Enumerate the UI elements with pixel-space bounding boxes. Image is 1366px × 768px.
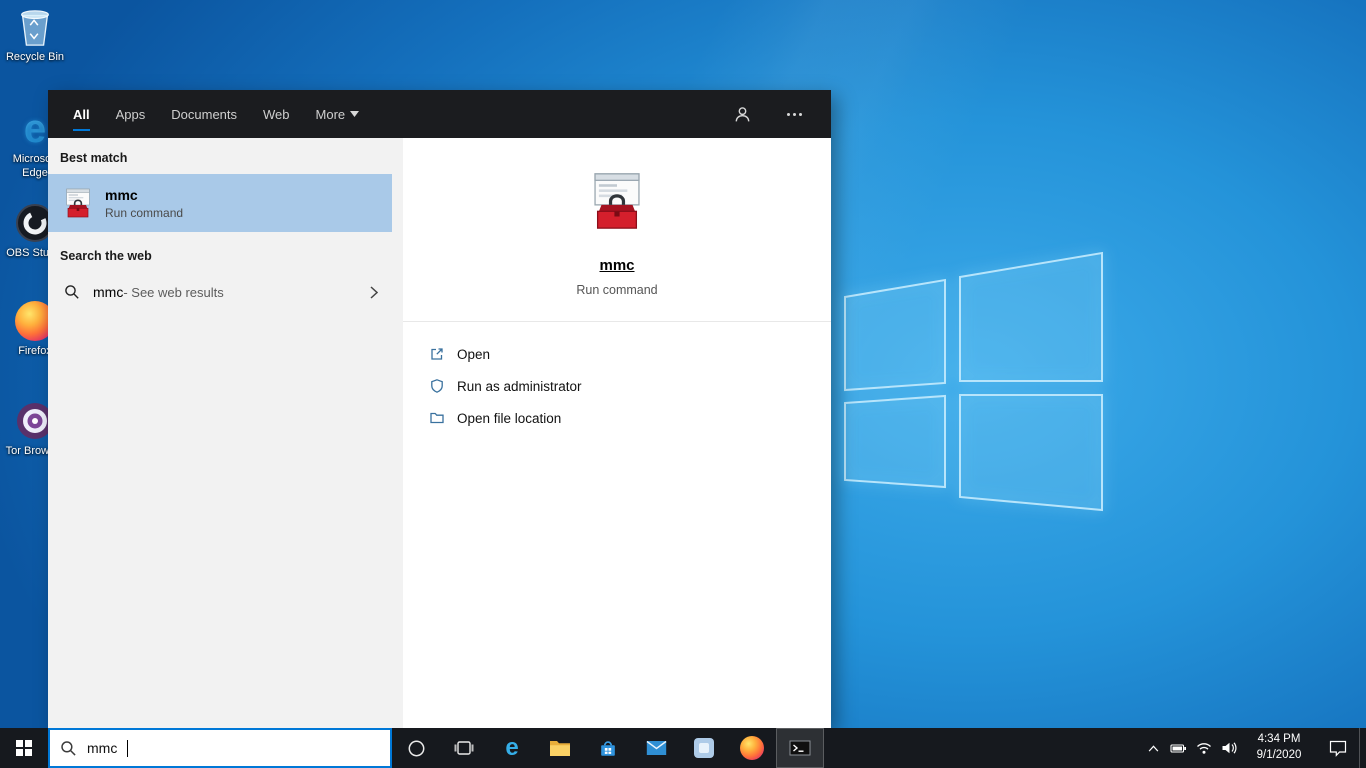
taskbar-search-input[interactable]: mmc	[48, 728, 392, 768]
search-input-value: mmc	[87, 740, 118, 756]
preview-title-link[interactable]: mmc	[599, 257, 634, 274]
taskbar-mail-button[interactable]	[632, 728, 680, 768]
action-open[interactable]: Open	[429, 338, 831, 370]
result-preview-pane: mmc Run command Open Run as administrato…	[403, 138, 831, 728]
web-query: mmc	[93, 284, 124, 300]
edge-icon: e	[505, 734, 519, 761]
task-view-icon	[454, 741, 474, 755]
firefox-icon	[740, 736, 764, 760]
show-desktop-button[interactable]	[1359, 728, 1366, 768]
mmc-toolbox-icon	[66, 188, 90, 218]
tab-more[interactable]: More	[303, 90, 373, 138]
web-search-result[interactable]: mmc - See web results	[48, 272, 392, 312]
more-options-icon[interactable]	[783, 103, 805, 125]
terminal-icon	[789, 740, 811, 756]
chevron-right-icon[interactable]	[370, 285, 378, 299]
best-match-result-mmc[interactable]: mmc Run command	[48, 174, 392, 232]
desktop-icon-label: Recycle Bin	[5, 51, 65, 63]
result-title: mmc	[105, 186, 138, 203]
open-icon	[431, 348, 443, 360]
folder-location-icon	[430, 412, 444, 424]
taskbar-store-button[interactable]	[584, 728, 632, 768]
tab-apps[interactable]: Apps	[103, 90, 159, 138]
taskbar-clock[interactable]: 4:34 PM 9/1/2020	[1241, 728, 1317, 768]
admin-shield-icon	[431, 379, 443, 393]
taskbar-pinned-app-button[interactable]	[680, 728, 728, 768]
action-center-icon	[1329, 740, 1347, 757]
clock-date: 9/1/2020	[1256, 749, 1302, 761]
hidden-icons-chevron[interactable]	[1141, 728, 1166, 768]
start-button[interactable]	[0, 728, 48, 768]
volume-tray-button[interactable]	[1216, 728, 1241, 768]
search-flyout-panel: All Apps Documents Web More Best match m…	[48, 90, 831, 728]
taskbar-firefox-button[interactable]	[728, 728, 776, 768]
search-results-pane: Best match mmc Run command Search the we…	[48, 138, 392, 728]
search-web-heading: Search the web	[60, 249, 152, 263]
account-icon[interactable]	[731, 103, 753, 125]
cortana-icon	[408, 740, 424, 756]
recycle-bin-icon	[14, 6, 56, 48]
battery-tray-button[interactable]	[1166, 728, 1191, 768]
windows-start-icon	[16, 740, 32, 756]
search-tabs-bar: All Apps Documents Web More	[48, 90, 831, 138]
file-explorer-icon	[550, 741, 570, 756]
web-suffix: - See web results	[123, 284, 224, 300]
windows-logo-wallpaper	[844, 251, 1103, 512]
action-center-button[interactable]	[1317, 728, 1359, 768]
volume-icon	[1222, 742, 1236, 754]
tab-web[interactable]: Web	[250, 90, 303, 138]
tab-all[interactable]: All	[60, 90, 103, 138]
preview-subtitle: Run command	[576, 283, 658, 297]
taskbar: mmc e 4:34 PM 9/1/2020	[0, 728, 1366, 768]
mail-icon	[646, 740, 666, 755]
action-run-as-administrator[interactable]: Run as administrator	[429, 370, 831, 402]
network-tray-button[interactable]	[1191, 728, 1216, 768]
search-icon	[65, 285, 79, 299]
chevron-up-icon	[1148, 744, 1159, 752]
taskbar-terminal-button[interactable]	[776, 728, 824, 768]
action-open-file-location[interactable]: Open file location	[429, 402, 831, 434]
battery-icon	[1170, 743, 1186, 753]
taskbar-file-explorer-button[interactable]	[536, 728, 584, 768]
search-icon	[61, 740, 76, 756]
cortana-button[interactable]	[392, 728, 440, 768]
best-match-heading: Best match	[60, 151, 128, 165]
chevron-down-icon	[350, 111, 360, 117]
network-icon	[1196, 743, 1211, 754]
text-cursor	[127, 739, 129, 757]
mmc-toolbox-icon-large	[594, 173, 640, 229]
clock-time: 4:34 PM	[1257, 733, 1301, 746]
taskbar-edge-button[interactable]: e	[488, 728, 536, 768]
pinned-app-icon	[694, 738, 714, 758]
desktop-icon-recycle-bin[interactable]: Recycle Bin	[3, 6, 67, 65]
task-view-button[interactable]	[440, 728, 488, 768]
store-icon	[601, 741, 615, 756]
result-subtitle: Run command	[105, 205, 184, 220]
tab-documents[interactable]: Documents	[158, 90, 250, 138]
